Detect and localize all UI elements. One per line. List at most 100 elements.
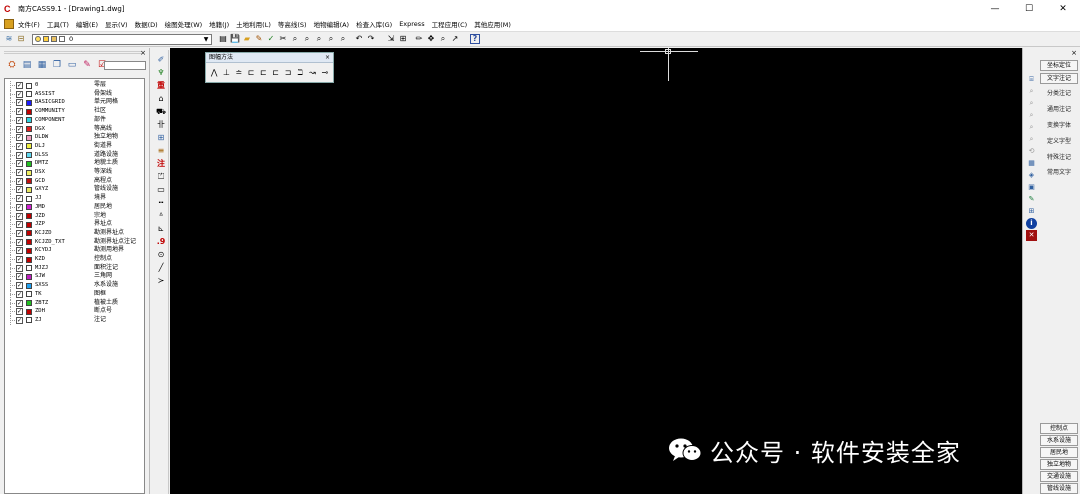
measure-icon[interactable]: ✐ bbox=[155, 54, 167, 66]
zoom-all-icon[interactable]: ⌕ bbox=[338, 34, 348, 44]
edit-icon[interactable]: ✏ bbox=[414, 34, 424, 44]
layer-row[interactable]: ✓ JJ 境界 bbox=[5, 194, 144, 203]
layer-filter-icon[interactable]: ▦ bbox=[36, 59, 48, 71]
menu-engineering[interactable]: 工程应用(C) bbox=[432, 19, 468, 29]
layer-color-swatch[interactable] bbox=[26, 213, 32, 219]
wave-tool-icon[interactable]: ↝ bbox=[306, 67, 318, 78]
menu-land-use[interactable]: 土地利用(L) bbox=[236, 19, 271, 29]
open-folder-icon[interactable]: ▰ bbox=[242, 34, 252, 44]
coordinate-locate-button[interactable]: 坐标定位 bbox=[1040, 60, 1078, 71]
corner-tool-icon[interactable]: ℶ bbox=[294, 67, 306, 78]
menu-contour[interactable]: 等高线(S) bbox=[278, 19, 307, 29]
layer-color-swatch[interactable] bbox=[26, 169, 32, 176]
residential-button[interactable]: 居民地 bbox=[1040, 447, 1078, 458]
layer-manager-icon[interactable]: ≋ bbox=[4, 34, 14, 44]
annotate-icon[interactable]: 注 bbox=[155, 158, 167, 170]
menu-tools[interactable]: 工具(T) bbox=[47, 19, 69, 29]
layer-color-swatch[interactable] bbox=[26, 247, 32, 254]
layer-row[interactable]: ✓ ZBTZ 植被土质 bbox=[5, 298, 144, 308]
layer-visible-checkbox[interactable]: ✓ bbox=[16, 238, 23, 246]
grid-icon[interactable]: ⊞ bbox=[398, 34, 408, 44]
zoom-prev-icon[interactable]: ⌕ bbox=[314, 34, 324, 44]
layer-visible-checkbox[interactable]: ✓ bbox=[16, 90, 23, 98]
layer-color-swatch[interactable] bbox=[26, 300, 32, 306]
bracket-tool-icon-4[interactable]: ⊐ bbox=[282, 67, 294, 78]
zoom-extents-icon[interactable]: ⌕ bbox=[326, 34, 336, 44]
circle-point-icon[interactable]: ⊙ bbox=[155, 249, 167, 261]
layer-row[interactable]: ✓ MJZJ 面积注记 bbox=[5, 263, 144, 273]
menu-other[interactable]: 其他应用(M) bbox=[474, 19, 511, 29]
pointer-icon[interactable]: ↗ bbox=[450, 34, 460, 44]
block-icon[interactable]: ▣ bbox=[1026, 182, 1037, 193]
menu-general-annotation[interactable]: 通用注记 bbox=[1040, 104, 1078, 115]
layer-visible-checkbox[interactable]: ✓ bbox=[16, 108, 23, 116]
layer-visible-checkbox[interactable]: ✓ bbox=[16, 247, 23, 255]
zoom-window-icon[interactable]: ⌕ bbox=[302, 34, 312, 44]
layer-color-swatch[interactable] bbox=[26, 152, 32, 159]
search-icon[interactable]: ⌕ bbox=[1026, 86, 1037, 97]
document-icon[interactable] bbox=[4, 19, 14, 29]
water-facility-button[interactable]: 水系设施 bbox=[1040, 435, 1078, 446]
layer-visible-checkbox[interactable]: ✓ bbox=[16, 299, 23, 307]
bracket-tool-icon-2[interactable]: ⊏ bbox=[257, 67, 269, 78]
menu-change-font[interactable]: 变换字体 bbox=[1040, 120, 1078, 131]
layer-visible-checkbox[interactable]: ✓ bbox=[16, 151, 23, 159]
bracket-tool-icon-3[interactable]: ⊏ bbox=[269, 67, 281, 78]
layer-visible-checkbox[interactable]: ✓ bbox=[16, 212, 23, 220]
layer-color-swatch[interactable] bbox=[26, 221, 32, 228]
curve-icon[interactable]: ≻ bbox=[155, 275, 167, 287]
layer-dropdown[interactable]: 0 ▼ bbox=[32, 33, 212, 45]
delete-icon[interactable]: ✕ bbox=[1026, 230, 1037, 241]
fence-icon[interactable]: 卝 bbox=[155, 119, 167, 131]
layer-color-swatch[interactable] bbox=[26, 186, 32, 193]
arc-tool-icon[interactable]: ⋀ bbox=[208, 67, 220, 78]
properties-icon[interactable]: ⇲ bbox=[386, 34, 396, 44]
line-icon[interactable]: ╱ bbox=[155, 262, 167, 274]
rectangle-icon[interactable]: ▭ bbox=[155, 184, 167, 196]
layer-color-swatch[interactable] bbox=[26, 117, 32, 124]
layer-color-swatch[interactable] bbox=[26, 265, 32, 272]
redo-icon[interactable]: ↷ bbox=[366, 34, 376, 44]
scissors-icon[interactable]: ✂ bbox=[278, 34, 288, 44]
layer-state-icon[interactable]: ⊟ bbox=[16, 34, 26, 44]
layer-icon[interactable]: ◈ bbox=[1026, 170, 1037, 181]
pencil-icon[interactable]: ✎ bbox=[254, 34, 264, 44]
layer-row[interactable]: ✓ ZDH 断点号 bbox=[5, 307, 144, 316]
layer-paint-icon[interactable]: ✎ bbox=[81, 59, 93, 71]
layer-row[interactable]: ✓ COMMUNITY 社区 bbox=[5, 107, 144, 116]
polygon-icon[interactable]: ⏍ bbox=[155, 171, 167, 183]
layer-row[interactable]: ✓ KZD 控制点 bbox=[5, 255, 144, 264]
text-annotation-button[interactable]: 文字注记 bbox=[1040, 73, 1078, 84]
layer-row[interactable]: ✓ ZJ 注记 bbox=[5, 315, 144, 325]
layer-color-swatch[interactable] bbox=[26, 99, 32, 106]
sheet-method-title[interactable]: 图幅方法 × bbox=[206, 53, 333, 63]
menu-check-import[interactable]: 检查入库(G) bbox=[356, 19, 392, 29]
boundary-icon[interactable]: ⊞ bbox=[155, 132, 167, 144]
layer-color-swatch[interactable] bbox=[26, 178, 32, 185]
layer-visible-checkbox[interactable]: ✓ bbox=[16, 290, 23, 298]
menu-express[interactable]: Express bbox=[399, 20, 424, 28]
zoom-out-icon[interactable]: ⌕ bbox=[1026, 110, 1037, 121]
layer-row[interactable]: ✓ DLSS 道路设施 bbox=[5, 150, 144, 160]
layer-color-swatch[interactable] bbox=[26, 291, 32, 298]
parallel-tool-icon[interactable]: ≐ bbox=[233, 67, 245, 78]
layer-color-swatch[interactable] bbox=[26, 230, 32, 237]
layer-visible-checkbox[interactable]: ✓ bbox=[16, 221, 23, 229]
independent-feature-button[interactable]: 独立地物 bbox=[1040, 459, 1078, 470]
layer-visible-checkbox[interactable]: ✓ bbox=[16, 282, 23, 290]
layer-row[interactable]: ✓ GCD 高程点 bbox=[5, 176, 144, 186]
zoom-in-icon[interactable]: ⌕ bbox=[1026, 98, 1037, 109]
layer-color-swatch[interactable] bbox=[26, 82, 32, 89]
menu-category-annotation[interactable]: 分类注记 bbox=[1040, 88, 1078, 99]
layer-row[interactable]: ✓ JZP 界址点 bbox=[5, 220, 144, 229]
color-blocks-icon[interactable]: ▦ bbox=[1026, 158, 1037, 169]
chevron-down-icon[interactable]: ▼ bbox=[201, 35, 211, 44]
layer-row[interactable]: ✓ DLJ 街道界 bbox=[5, 141, 144, 151]
pan-icon[interactable]: ⌕ bbox=[1026, 122, 1037, 133]
menu-draw-process[interactable]: 绘图处理(W) bbox=[165, 19, 203, 29]
layer-color-swatch[interactable] bbox=[26, 134, 32, 141]
layer-color-swatch[interactable] bbox=[26, 143, 32, 150]
menu-data[interactable]: 数据(D) bbox=[135, 19, 158, 29]
extend-tool-icon[interactable]: ⊸ bbox=[319, 67, 331, 78]
layer-visible-checkbox[interactable]: ✓ bbox=[16, 134, 23, 142]
